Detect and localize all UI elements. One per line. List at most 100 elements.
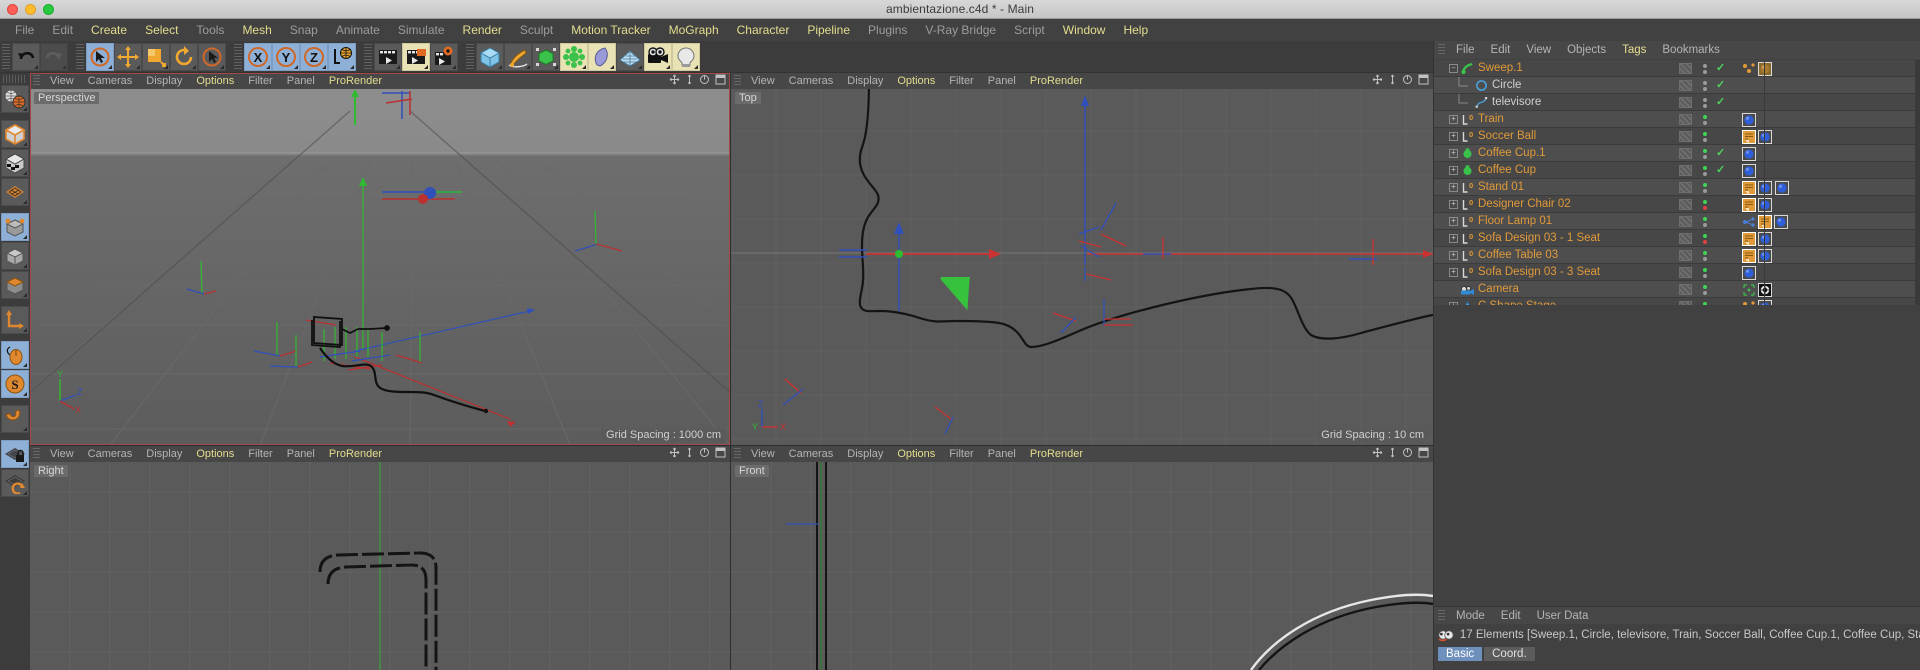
viewport-perspective-menu-cameras[interactable]: Cameras bbox=[81, 73, 140, 89]
viewport-right-menu-panel[interactable]: Panel bbox=[280, 446, 322, 462]
magnet-icon[interactable] bbox=[1, 405, 29, 433]
menu-mograph[interactable]: MoGraph bbox=[660, 19, 728, 41]
object-tree-toggle[interactable]: + bbox=[1434, 199, 1460, 209]
material-tag-sphere-blue[interactable] bbox=[1758, 129, 1772, 144]
visibility-dot-grey[interactable] bbox=[1703, 222, 1707, 227]
toolbar-grip-icon[interactable] bbox=[466, 43, 474, 70]
expand-icon[interactable]: + bbox=[1449, 148, 1458, 158]
attribute-tab-coord[interactable]: Coord. bbox=[1484, 647, 1535, 661]
enable-snapping-icon[interactable] bbox=[1, 341, 29, 369]
visibility-dot-green[interactable] bbox=[1703, 284, 1707, 289]
object-manager-menu-view[interactable]: View bbox=[1518, 41, 1559, 59]
collapse-icon[interactable]: – bbox=[1449, 63, 1458, 73]
viewport-perspective-header[interactable]: View Cameras Display Options Filter Panel ProR… bbox=[30, 73, 730, 89]
material-tag-sphere-blue[interactable] bbox=[1774, 214, 1788, 229]
object-manager-menu[interactable]: File Edit View Objects Tags Bookmarks bbox=[1434, 41, 1920, 59]
object-mode-icon[interactable] bbox=[1, 242, 29, 270]
viewport-top[interactable]: View Cameras Display Options Filter Panel ProR… bbox=[731, 73, 1433, 445]
axis-mode-icon[interactable] bbox=[1, 306, 29, 334]
object-layer-swatch[interactable] bbox=[1679, 250, 1692, 261]
object-layer-swatch[interactable] bbox=[1679, 97, 1692, 108]
object-layer-swatch[interactable] bbox=[1679, 80, 1692, 91]
rotate-icon[interactable] bbox=[170, 42, 198, 71]
object-enabled-check-icon[interactable]: ✓ bbox=[1716, 165, 1728, 176]
visibility-dot-grey[interactable] bbox=[1703, 256, 1707, 261]
menu-mesh[interactable]: Mesh bbox=[233, 19, 280, 41]
tag-spline-points-tag[interactable] bbox=[1742, 300, 1756, 305]
expand-icon[interactable]: + bbox=[1449, 301, 1458, 305]
left-toolbar[interactable]: S bbox=[0, 73, 30, 670]
viewport-right-header[interactable]: View Cameras Display Options Filter Panel ProR… bbox=[30, 446, 730, 462]
object-row[interactable]: +0 Soccer Ball bbox=[1434, 128, 1920, 145]
material-tag-sphere-blue[interactable] bbox=[1758, 231, 1772, 246]
generator-icon[interactable] bbox=[532, 42, 560, 71]
scene-floor-icon[interactable] bbox=[616, 42, 644, 71]
visibility-dot-grey[interactable] bbox=[1703, 86, 1707, 91]
object-tree-toggle[interactable]: + bbox=[1434, 148, 1460, 158]
object-tree-toggle[interactable]: + bbox=[1434, 216, 1460, 226]
material-tag-sphere-blue[interactable] bbox=[1758, 180, 1772, 195]
workplane-lock-icon[interactable] bbox=[1, 440, 29, 468]
panel-grip-icon[interactable] bbox=[1438, 609, 1445, 622]
object-layer-swatch[interactable] bbox=[1679, 148, 1692, 159]
object-layer-swatch[interactable] bbox=[1679, 114, 1692, 125]
visibility-dot-grey[interactable] bbox=[1703, 63, 1707, 68]
visibility-dot-red[interactable] bbox=[1703, 205, 1707, 210]
menu-edit[interactable]: Edit bbox=[43, 19, 82, 41]
object-enabled-check-icon[interactable]: ✓ bbox=[1716, 97, 1728, 108]
object-layer-swatch[interactable] bbox=[1679, 165, 1692, 176]
object-layer-swatch[interactable] bbox=[1679, 199, 1692, 210]
object-manager-menu-objects[interactable]: Objects bbox=[1559, 41, 1614, 59]
visibility-dot-grey[interactable] bbox=[1703, 273, 1707, 278]
soft-selection-icon[interactable]: S bbox=[1, 370, 29, 398]
object-row[interactable]: televisore ✓ bbox=[1434, 93, 1920, 111]
material-tag-sphere-blue[interactable] bbox=[1742, 112, 1756, 127]
object-row[interactable]: +0 Sofa Design 03 - 3 Seat bbox=[1434, 264, 1920, 281]
menu-animate[interactable]: Animate bbox=[327, 19, 389, 41]
expand-icon[interactable]: + bbox=[1449, 199, 1458, 209]
menu-file[interactable]: File bbox=[6, 19, 43, 41]
visibility-dot-green[interactable] bbox=[1703, 199, 1707, 204]
selection-arrow-icon[interactable] bbox=[198, 42, 226, 71]
y-axis-icon[interactable]: Y bbox=[272, 42, 300, 71]
main-menu-bar[interactable]: File Edit Create Select Tools Mesh Snap Animate… bbox=[0, 19, 1920, 41]
panel-grip-icon[interactable] bbox=[1438, 44, 1445, 56]
object-tree-toggle[interactable] bbox=[1434, 93, 1474, 111]
visibility-dots[interactable] bbox=[1700, 131, 1710, 142]
visibility-dots[interactable] bbox=[1700, 216, 1710, 227]
viewport-top-header[interactable]: View Cameras Display Options Filter Panel ProR… bbox=[731, 73, 1433, 89]
object-enabled-check-icon[interactable]: ✓ bbox=[1716, 80, 1728, 91]
model-mode-icon[interactable] bbox=[1, 213, 29, 241]
material-tag-camera-tag-black[interactable] bbox=[1758, 282, 1772, 297]
viewport-right[interactable]: View Cameras Display Options Filter Panel ProR… bbox=[30, 446, 730, 670]
expand-icon[interactable]: + bbox=[1449, 267, 1458, 277]
object-tree-toggle[interactable]: + bbox=[1434, 250, 1460, 260]
tag-note-tag[interactable] bbox=[1758, 214, 1772, 229]
visibility-dots[interactable] bbox=[1700, 114, 1710, 125]
menu-script[interactable]: Script bbox=[1005, 19, 1054, 41]
object-layer-swatch[interactable] bbox=[1679, 284, 1692, 295]
visibility-dots[interactable] bbox=[1700, 284, 1710, 295]
material-tag-sphere-blue[interactable] bbox=[1758, 197, 1772, 212]
viewport-right-menu-view[interactable]: View bbox=[43, 446, 81, 462]
menu-sculpt[interactable]: Sculpt bbox=[511, 19, 562, 41]
viewport-top-menu-options[interactable]: Options bbox=[890, 73, 942, 89]
viewport-front-menu-display[interactable]: Display bbox=[840, 446, 890, 462]
object-manager-scrollbar[interactable] bbox=[1915, 60, 1920, 305]
object-layer-swatch[interactable] bbox=[1679, 267, 1692, 278]
visibility-dot-grey[interactable] bbox=[1703, 120, 1707, 125]
visibility-dot-grey[interactable] bbox=[1703, 171, 1707, 176]
viewport-perspective-menu-filter[interactable]: Filter bbox=[241, 73, 279, 89]
viewport-perspective-canvas[interactable]: Y Z X bbox=[30, 89, 730, 445]
object-tree-toggle[interactable]: + bbox=[1434, 165, 1460, 175]
material-tag-sphere-brown[interactable] bbox=[1758, 61, 1772, 76]
viewport-top-menu-filter[interactable]: Filter bbox=[942, 73, 980, 89]
scale-icon[interactable] bbox=[142, 42, 170, 71]
visibility-dot-grey[interactable] bbox=[1703, 137, 1707, 142]
visibility-dot-green[interactable] bbox=[1703, 148, 1707, 153]
object-row[interactable]: Circle ✓ bbox=[1434, 76, 1920, 94]
workplane-rotate-icon[interactable] bbox=[1, 469, 29, 497]
spline-pen-icon[interactable] bbox=[504, 42, 532, 71]
object-tree-toggle[interactable]: + bbox=[1434, 233, 1460, 243]
tag-spline-points-tag[interactable] bbox=[1742, 62, 1756, 76]
